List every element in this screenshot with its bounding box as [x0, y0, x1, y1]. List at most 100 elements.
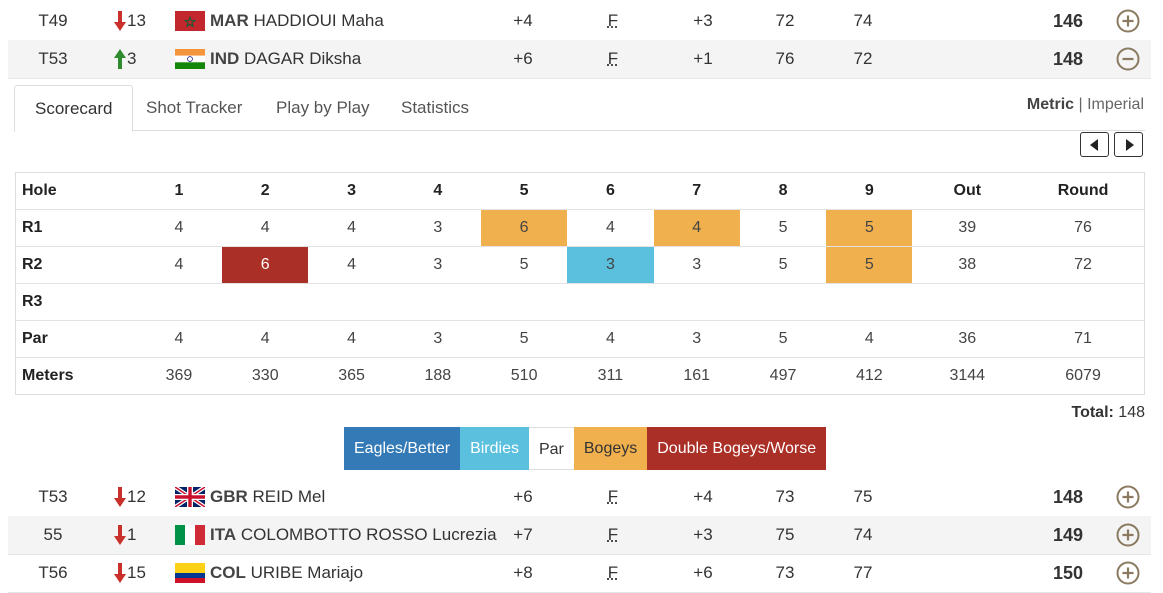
prev-button[interactable] — [1080, 132, 1109, 157]
scorecard-row: R3 — [15, 283, 1145, 321]
player-position: T53 — [38, 487, 68, 506]
scorecard-cell: 36 — [912, 320, 1023, 358]
position-change: 3 — [114, 40, 154, 78]
expand-row-button[interactable] — [1116, 561, 1140, 585]
unit-separator: | — [1078, 96, 1083, 113]
scorecard-cell: 369 — [135, 357, 223, 395]
scorecard-cell: 330 — [222, 357, 309, 395]
scorecard-header-cell: 9 — [864, 182, 874, 199]
score-legend: Eagles/Better Birdies Par Bogeys Double Boge… — [344, 427, 827, 470]
position-change-value: 12 — [127, 487, 146, 506]
arrow-down-icon — [114, 563, 126, 583]
scorecard-cell: 4 — [135, 320, 223, 358]
player-score: 148 — [1052, 49, 1084, 69]
chevron-left-icon — [1089, 138, 1098, 151]
scorecard-cell: 3144 — [912, 357, 1023, 395]
player-name[interactable]: GBR REID Mel — [210, 478, 325, 516]
scorecard-header-cell: 3 — [347, 182, 356, 199]
metric-link[interactable]: Metric — [1027, 96, 1074, 113]
scorecard-header-cell: 6 — [605, 182, 615, 199]
player-thru: F — [607, 563, 619, 582]
player-today: +3 — [693, 525, 713, 544]
scorecard-cell: 4 — [135, 246, 223, 284]
position-change-value: 15 — [127, 563, 146, 582]
scorecard-cell: 4 — [826, 320, 913, 358]
player-round-1: 73 — [775, 563, 795, 582]
scorecard-cell: 5 — [480, 320, 568, 358]
tab-statistics[interactable]: Statistics — [401, 85, 469, 130]
scorecard-cell: 3 — [394, 246, 481, 284]
player-round-1: 76 — [775, 49, 795, 68]
scorecard-cell: 3 — [653, 320, 740, 358]
scorecard-cell — [912, 283, 1023, 321]
scorecard-cell: 6 — [480, 209, 568, 247]
player-today: +3 — [693, 11, 713, 30]
arrow-down-icon — [114, 487, 126, 507]
player-row[interactable]: T49 13 MAR HADDIOUI Maha +4 F +3 72 74 146 — [8, 2, 1151, 41]
player-score: 150 — [1052, 563, 1084, 583]
player-round-1: 73 — [775, 487, 795, 506]
total-value: 148 — [1118, 404, 1145, 421]
player-row[interactable]: T56 15 COL URIBE Mariajo +8 F +6 73 77 150 — [8, 554, 1151, 593]
player-name[interactable]: IND DAGAR Diksha — [210, 40, 361, 78]
expand-row-button[interactable] — [1116, 47, 1140, 71]
player-thru: F — [607, 11, 619, 30]
scorecard-cell — [480, 283, 568, 321]
player-score: 148 — [1052, 487, 1084, 507]
scorecard-cell: 4 — [135, 209, 223, 247]
plus-circle-icon — [1116, 523, 1140, 547]
country-flag-icon — [175, 563, 205, 583]
player-today: +1 — [693, 49, 713, 68]
player-score: 149 — [1052, 525, 1084, 545]
arrow-down-icon — [114, 525, 126, 545]
scorecard-table: Hole 1 2 3 4 5 6 7 8 9 Out Round R1 4 4 4 3 6 4 4 5 5 39 76 R2 4 6… — [15, 172, 1145, 395]
plus-circle-icon — [1116, 561, 1140, 585]
tab-play-by-play[interactable]: Play by Play — [276, 85, 370, 130]
total-score: Total: 148 — [1071, 404, 1145, 422]
player-position: 55 — [43, 525, 63, 544]
scorecard-row: Par 4 4 4 3 5 4 3 5 4 36 71 — [15, 320, 1145, 358]
scorecard-header-cell: 1 — [174, 182, 184, 199]
scorecard-row: R2 4 6 4 3 5 3 3 5 5 38 72 — [15, 246, 1145, 284]
scorecard-cell: 3 — [394, 209, 481, 247]
player-total-to-par: +4 — [513, 11, 533, 30]
scorecard-row-label: Meters — [15, 357, 136, 395]
scorecard-cell: 4 — [308, 209, 395, 247]
tab-scorecard[interactable]: Scorecard — [14, 85, 134, 132]
expand-row-button[interactable] — [1116, 523, 1140, 547]
arrow-down-icon — [114, 11, 126, 31]
player-full-name: COLOMBOTTO ROSSO Lucrezia — [240, 525, 497, 544]
player-row[interactable]: 55 1 ITA COLOMBOTTO ROSSO Lucrezia +7 F +3 75 7… — [8, 516, 1151, 555]
player-thru: F — [607, 525, 619, 544]
player-name[interactable]: MAR HADDIOUI Maha — [210, 2, 384, 40]
imperial-link[interactable]: Imperial — [1087, 96, 1144, 113]
position-change: 15 — [114, 554, 154, 592]
player-row[interactable]: T53 3 IND DAGAR Diksha +6 F +1 76 72 148 — [8, 40, 1151, 79]
scorecard-row: R1 4 4 4 3 6 4 4 5 5 39 76 — [15, 209, 1145, 247]
player-total-to-par: +6 — [513, 487, 533, 506]
scorecard-header-cell: 4 — [433, 182, 443, 199]
expand-row-button[interactable] — [1116, 9, 1140, 33]
scorecard-header-cell: Out — [953, 182, 982, 199]
player-name[interactable]: ITA COLOMBOTTO ROSSO Lucrezia — [210, 516, 497, 554]
player-row[interactable]: T53 12 GBR REID Mel +6 F +4 73 75 148 — [8, 478, 1151, 517]
player-name[interactable]: COL URIBE Mariajo — [210, 554, 363, 592]
position-change-value: 1 — [127, 525, 137, 544]
player-round-2: 77 — [853, 563, 873, 582]
next-button[interactable] — [1114, 132, 1143, 157]
expand-row-button[interactable] — [1116, 485, 1140, 509]
total-label: Total: — [1071, 404, 1114, 421]
scorecard-cell: 365 — [308, 357, 395, 395]
scorecard-header-cell: 8 — [778, 182, 788, 199]
scorecard-cell: 188 — [394, 357, 481, 395]
player-country: MAR — [210, 11, 249, 30]
position-change: 12 — [114, 478, 154, 516]
player-country: IND — [210, 49, 240, 68]
scorecard-cell: 510 — [480, 357, 568, 395]
tab-shot-tracker[interactable]: Shot Tracker — [146, 85, 242, 130]
legend-item: Eagles/Better — [344, 427, 461, 470]
scorecard-cell: 38 — [912, 246, 1023, 284]
scorecard-cell — [222, 283, 309, 321]
scorecard-row: Meters 369 330 365 188 510 311 161 497 412 3144 607… — [15, 357, 1145, 395]
legend-item: Par — [528, 427, 574, 470]
